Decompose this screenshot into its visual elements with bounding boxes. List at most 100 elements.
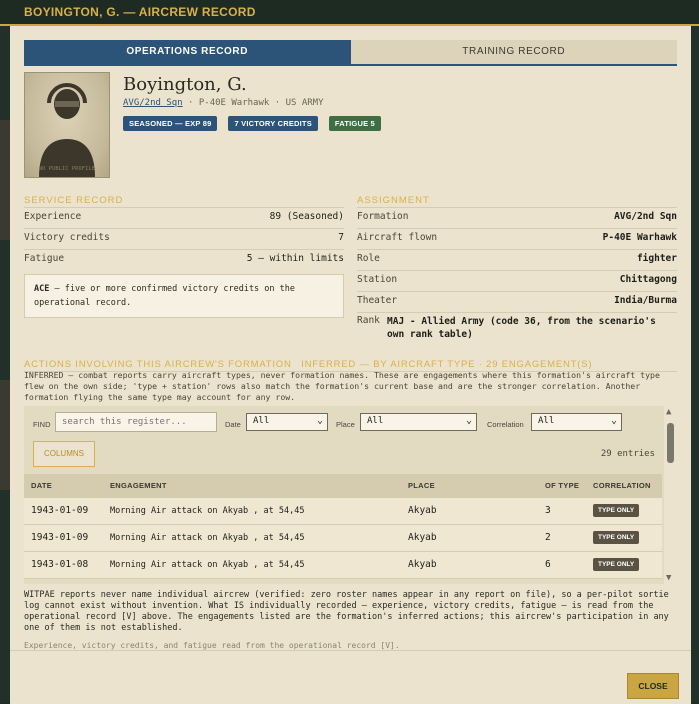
- assignment-row-formation: Formation AVG/2nd Sqn: [357, 211, 677, 225]
- cell-date: 1943-01-09: [31, 505, 89, 516]
- row-label: Rank: [357, 315, 380, 326]
- disclaimer-text: WITPAE reports never name individual air…: [24, 590, 669, 633]
- modal-title: BOYINGTON, G. — AIRCREW RECORD: [0, 0, 699, 26]
- register-filters: FIND Date All ⌄ Place All ⌄ Correlation …: [24, 406, 662, 442]
- correlation-filter-label: Correlation: [487, 420, 524, 429]
- row-value: 7: [338, 232, 344, 243]
- tab-operations-record[interactable]: OPERATIONS RECORD: [24, 40, 351, 64]
- row-value: 5 — within limits: [246, 253, 344, 264]
- cell-date: 1943-01-09: [31, 532, 89, 543]
- chevron-down-icon: ⌄: [610, 415, 617, 426]
- experience-badge: SEASONED — EXP 89: [123, 116, 218, 131]
- service-record-heading: SERVICE RECORD: [24, 195, 124, 206]
- place-filter-select[interactable]: All ⌄: [360, 413, 477, 431]
- columns-button[interactable]: COLUMNS: [33, 441, 95, 467]
- service-row-fatigue: Fatigue 5 — within limits: [24, 253, 344, 267]
- cell-of-type: 3: [545, 505, 551, 516]
- column-header-correlation[interactable]: CORRELATION: [593, 474, 651, 498]
- aircrew-record-modal: OPERATIONS RECORD TRAINING RECORD NO PUB…: [10, 26, 691, 704]
- row-value: Chittagong: [619, 274, 677, 285]
- row-label: Aircraft flown: [357, 232, 438, 243]
- fatigue-badge: FATIGUE 5: [328, 116, 381, 131]
- column-header-engagement[interactable]: ENGAGEMENT: [110, 474, 167, 498]
- column-header-of-type[interactable]: OF TYPE: [545, 474, 579, 498]
- row-label: Formation: [357, 211, 409, 222]
- table-row[interactable]: 1943-01-09 Morning Air attack on Akyab ,…: [24, 498, 662, 525]
- scroll-down-icon[interactable]: ▼: [666, 573, 671, 583]
- cell-of-type: 2: [545, 532, 551, 543]
- correlation-filter-select[interactable]: All ⌄: [531, 413, 622, 431]
- ace-text: — five or more confirmed victory credits…: [34, 284, 295, 308]
- assignment-heading: ASSIGNMENT: [357, 195, 430, 206]
- find-label: FIND: [33, 420, 51, 429]
- row-value: fighter: [636, 253, 677, 264]
- date-filter-label: Date: [225, 420, 241, 429]
- divider: [24, 249, 344, 250]
- divider: [357, 228, 677, 229]
- divider: [357, 249, 677, 250]
- correlation-filter-value: All: [538, 416, 555, 426]
- row-label: Victory credits: [24, 232, 110, 243]
- row-label: Fatigue: [24, 253, 65, 264]
- pilot-badges: SEASONED — EXP 89 7 VICTORY CREDITS FATI…: [123, 116, 381, 131]
- assignment-row-role: Role fighter: [357, 253, 677, 267]
- victory-badge: 7 VICTORY CREDITS: [228, 116, 318, 131]
- service-row-experience: Experience 89 (Seasoned): [24, 211, 344, 225]
- cell-place: Akyab: [408, 559, 437, 570]
- close-button[interactable]: CLOSE: [627, 673, 679, 699]
- table-row[interactable]: 1943-01-09 Morning Air attack on Akyab ,…: [24, 525, 662, 552]
- row-label: Experience: [24, 211, 82, 222]
- cell-date: 1943-01-08: [31, 559, 89, 570]
- service-row-victories: Victory credits 7: [24, 232, 344, 246]
- assignment-row-station: Station Chittagong: [357, 274, 677, 288]
- unit-link[interactable]: AVG/2nd Sqn: [123, 98, 183, 108]
- ace-note: ACE — five or more confirmed victory cre…: [24, 274, 344, 318]
- silhouette-icon: [39, 83, 95, 177]
- engagement-register: FIND Date All ⌄ Place All ⌄ Correlation …: [24, 406, 677, 584]
- row-value: MAJ - Allied Army (code 36, from the sce…: [387, 316, 656, 340]
- separator: ·: [188, 98, 199, 108]
- portrait-watermark: NO PUBLIC PROFILE: [38, 166, 96, 172]
- ace-label: ACE: [34, 284, 50, 294]
- divider: [357, 291, 677, 292]
- cell-engagement: Morning Air attack on Akyab , at 54,45: [110, 506, 305, 516]
- divider: [24, 228, 344, 229]
- date-filter-value: All: [253, 416, 270, 426]
- row-value: AVG/2nd Sqn: [614, 211, 677, 222]
- search-input[interactable]: [55, 412, 217, 432]
- row-label: Theater: [357, 295, 398, 306]
- tab-training-record[interactable]: TRAINING RECORD: [350, 40, 677, 64]
- place-filter-value: All: [367, 416, 384, 426]
- entries-count: 29 entries: [600, 449, 655, 459]
- assignment-row-theater: Theater India/Burma: [357, 295, 677, 309]
- place-filter-label: Place: [336, 420, 355, 429]
- column-header-date[interactable]: DATE: [31, 474, 52, 498]
- actions-inference-note: INFERRED — combat reports carry aircraft…: [24, 370, 660, 402]
- divider: [24, 207, 344, 208]
- modal-footer: CLOSE: [10, 650, 691, 704]
- scrollbar-thumb[interactable]: [667, 423, 674, 463]
- cell-of-type: 6: [545, 559, 551, 570]
- chevron-down-icon: ⌄: [316, 415, 323, 426]
- chevron-down-icon: ⌄: [465, 415, 472, 426]
- pilot-name: Boyington, G.: [123, 74, 247, 95]
- pilot-portrait-placeholder: NO PUBLIC PROFILE: [24, 72, 110, 178]
- cell-engagement: Morning Air attack on Akyab , at 54,45: [110, 533, 305, 543]
- divider: [357, 207, 677, 208]
- cell-place: Akyab: [408, 532, 437, 543]
- date-filter-select[interactable]: All ⌄: [246, 413, 328, 431]
- register-scrollbar[interactable]: ▲ ▼: [664, 406, 677, 584]
- source-note: Experience, victory credits, and fatigue…: [24, 641, 400, 650]
- cell-engagement: Morning Air attack on Akyab , at 54,45: [110, 560, 305, 570]
- table-row[interactable]: 1943-01-08 Morning Air attack on Akyab ,…: [24, 552, 662, 579]
- record-tabs: OPERATIONS RECORD TRAINING RECORD: [24, 40, 677, 66]
- column-header-place[interactable]: PLACE: [408, 474, 435, 498]
- separator: ·: [274, 98, 286, 108]
- divider: [357, 312, 677, 313]
- row-value: P-40E Warhawk: [602, 232, 677, 243]
- correlation-badge: TYPE ONLY: [593, 558, 640, 571]
- table-header: DATE ENGAGEMENT PLACE OF TYPE CORRELATIO…: [24, 474, 662, 498]
- row-value: India/Burma: [614, 295, 677, 306]
- scroll-up-icon[interactable]: ▲: [666, 407, 671, 417]
- pilot-subtitle: AVG/2nd Sqn · P-40E Warhawk · US ARMY: [123, 98, 324, 108]
